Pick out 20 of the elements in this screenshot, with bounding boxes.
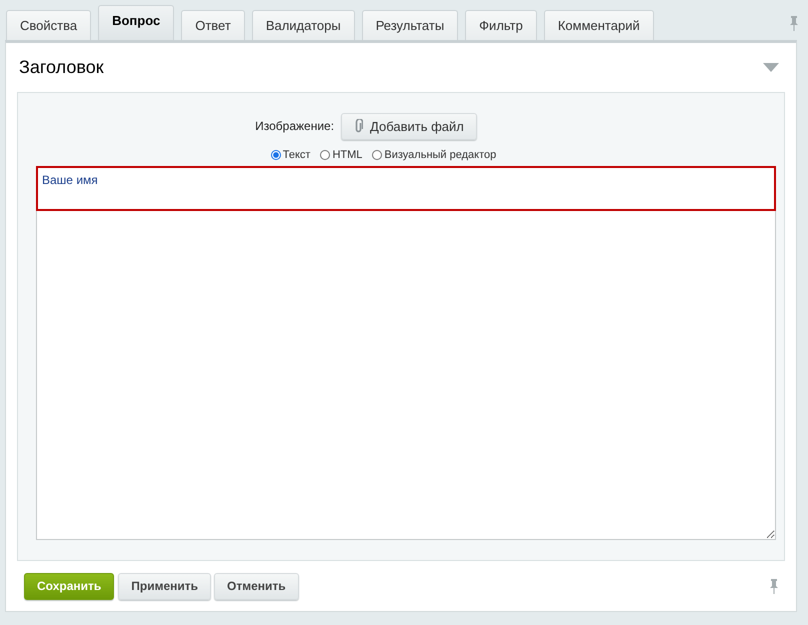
format-radio[interactable]: Текст <box>270 148 310 161</box>
tab[interactable]: Комментарий <box>544 10 654 40</box>
action-button[interactable]: Применить <box>118 572 212 600</box>
tab[interactable]: Валидаторы <box>252 10 355 40</box>
format-radio[interactable]: HTML <box>320 148 362 161</box>
tab[interactable]: Вопрос <box>98 5 174 40</box>
format-radio[interactable]: Визуальный редактор <box>372 148 496 161</box>
action-button[interactable]: Отменить <box>214 572 299 600</box>
add-file-button[interactable]: Добавить файл <box>341 112 477 140</box>
pin-icon[interactable] <box>769 578 779 594</box>
tab[interactable]: Результаты <box>362 10 458 40</box>
collapse-caret-icon[interactable] <box>763 62 779 72</box>
tab[interactable]: Свойства <box>6 10 92 40</box>
tab[interactable]: Ответ <box>181 10 245 40</box>
section-title: Заголовок <box>19 56 104 78</box>
text-area[interactable]: Ваше имя <box>36 166 776 540</box>
image-label: Изображение: <box>255 119 334 134</box>
pin-icon[interactable] <box>789 14 799 30</box>
tab[interactable]: Фильтр <box>465 10 537 40</box>
paperclip-icon <box>354 119 364 134</box>
